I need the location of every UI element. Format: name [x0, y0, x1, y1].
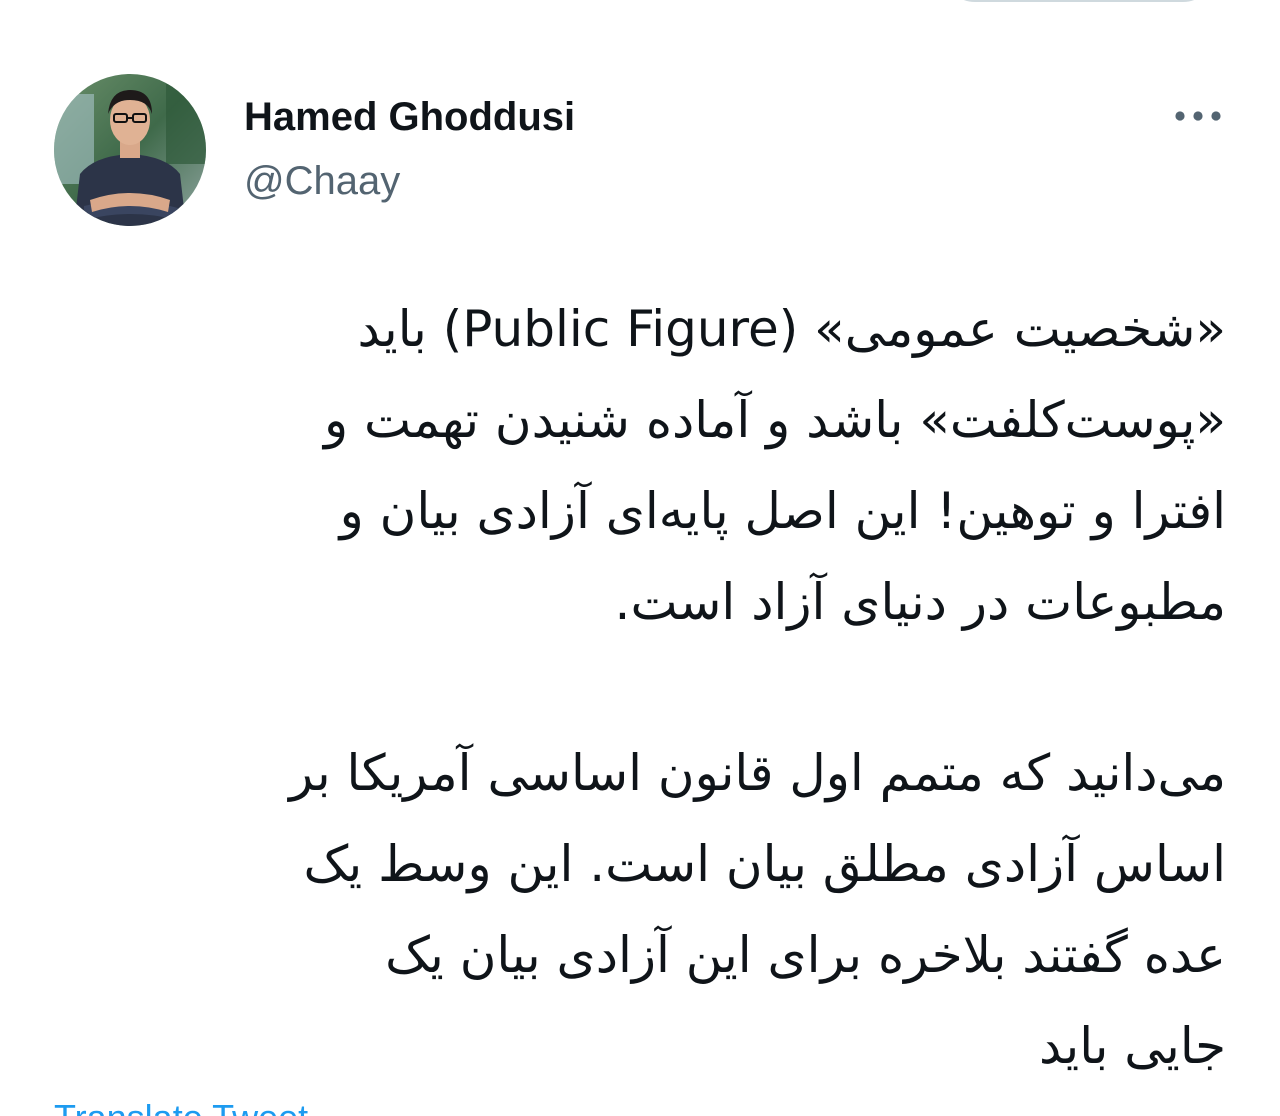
tweet-line: عده گفتند بلاخره برای این آزادی بیان یک — [385, 926, 1226, 984]
tweet-line: اساس آزادی مطلق بیان است. این وسط یک — [303, 835, 1226, 893]
author-display-name[interactable]: Hamed Ghoddusi — [244, 92, 575, 142]
more-options-icon — [1175, 111, 1221, 121]
author-handle[interactable]: @Chaay — [244, 156, 400, 206]
tweet-paragraph-1: «شخصیت عمومی» (Public Figure) باید «پوست… — [54, 284, 1226, 648]
translate-tweet-link[interactable]: Translate Tweet — [54, 1098, 308, 1116]
tweet-line: «پوست‌کلفت» باشد و آماده شنیدن تهمت و — [324, 391, 1226, 449]
tweet-text: «شخصیت عمومی» (Public Figure) باید «پوست… — [54, 284, 1226, 1092]
profile-photo-icon — [54, 74, 206, 226]
tweet-line: جایی باید — [1039, 1017, 1226, 1075]
tweet-paragraph-2: می‌دانید که متمم اول قانون اساسی آمریکا … — [54, 728, 1226, 1092]
top-button-edge[interactable] — [944, 0, 1214, 2]
tweet-line: می‌دانید که متمم اول قانون اساسی آمریکا … — [289, 744, 1226, 802]
more-options-button[interactable] — [1166, 96, 1230, 136]
tweet-line: افترا و توهین! این اصل پایه‌ای آزادی بیا… — [339, 482, 1226, 540]
tweet-line: مطبوعات در دنیای آزاد است. — [614, 573, 1226, 631]
tweet-line: «شخصیت عمومی» (Public Figure) باید — [357, 300, 1226, 358]
avatar[interactable] — [54, 74, 206, 226]
